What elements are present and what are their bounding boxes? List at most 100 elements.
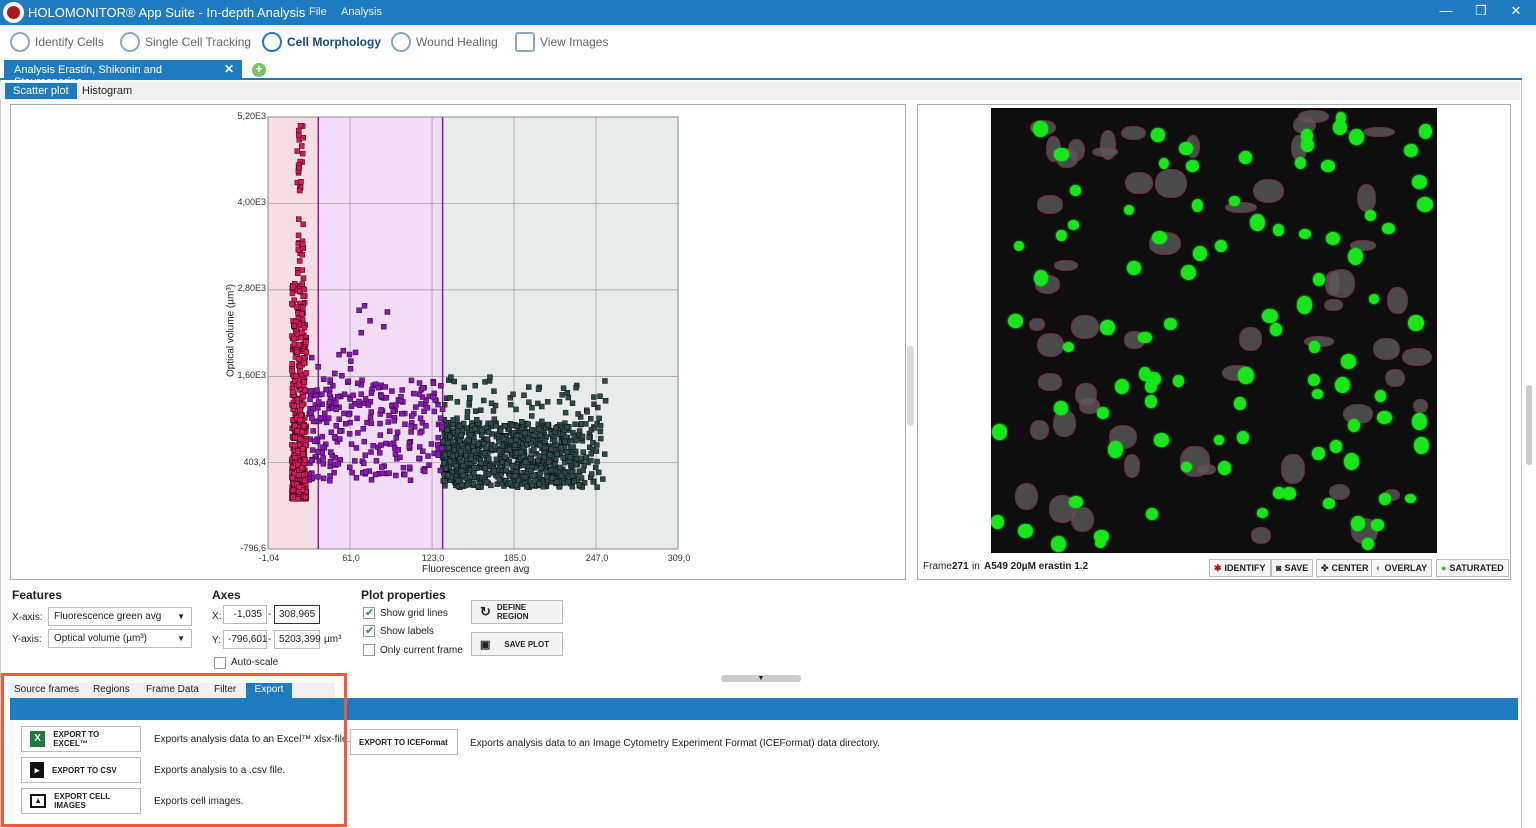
data-point [320, 461, 327, 467]
scatter-plot[interactable] [11, 105, 905, 579]
cell-morphology-button[interactable]: Cell Morphology [262, 31, 381, 53]
cell-morphology-icon [262, 32, 282, 52]
data-point [346, 411, 352, 418]
add-tab-icon[interactable]: + [252, 63, 266, 77]
data-point [572, 421, 578, 427]
data-point [352, 458, 358, 464]
center-button[interactable]: ✜ CENTER [1316, 559, 1374, 577]
data-point [348, 441, 355, 447]
data-point [584, 409, 590, 415]
data-point [296, 484, 302, 490]
data-point [307, 388, 314, 395]
identify-cells-button[interactable]: Identify Cells [10, 31, 104, 53]
data-point [419, 385, 426, 391]
data-point [379, 464, 385, 470]
data-point [416, 380, 423, 386]
data-point [548, 446, 554, 452]
data-point [385, 419, 391, 425]
data-point [303, 349, 310, 355]
data-point [556, 398, 563, 405]
view-images-button[interactable]: View Images [515, 31, 608, 53]
fluorescent-cell [1370, 519, 1385, 531]
close-tab-icon[interactable]: ✕ [224, 62, 234, 76]
data-point [537, 470, 543, 477]
panel-splitter[interactable] [907, 346, 914, 426]
minimize-icon[interactable]: — [1436, 3, 1456, 18]
data-point [569, 400, 576, 406]
data-point [333, 406, 339, 413]
data-point [502, 423, 508, 429]
data-point [297, 436, 304, 442]
data-point [301, 379, 307, 385]
data-point [482, 379, 488, 385]
data-point [362, 395, 369, 402]
data-point [367, 318, 373, 324]
data-point [315, 364, 321, 370]
export-to-iceformat-button[interactable]: EXPORT TO ICEFormat [350, 729, 458, 755]
close-window-icon[interactable]: ✕ [1506, 3, 1526, 19]
axis-y-label: Y: [212, 635, 221, 646]
data-point [343, 421, 349, 427]
data-point [430, 380, 437, 386]
data-point [386, 412, 392, 419]
show-grid-lines-checkbox[interactable] [363, 606, 375, 619]
y-tick-label: 1,60E3 [237, 370, 266, 380]
save-image-button[interactable]: ◙ SAVE [1271, 559, 1314, 577]
data-point [437, 467, 444, 474]
x-tick-label: 309,0 [667, 553, 691, 563]
x-max-input[interactable]: 308,965 [274, 605, 320, 624]
x-axis-feature-select[interactable]: Fluorescence green avg ▼ [48, 607, 192, 626]
wound-healing-button[interactable]: Wound Healing [391, 31, 498, 53]
save-plot-button[interactable]: ▣ SAVE PLOT [471, 632, 563, 656]
x-min-input[interactable]: -1,035 [223, 605, 267, 624]
data-point [588, 457, 594, 464]
maximize-icon[interactable]: ❐ [1471, 3, 1491, 19]
data-point [543, 468, 549, 475]
cell-image-view[interactable] [991, 108, 1437, 553]
only-current-frame-checkbox[interactable] [363, 644, 375, 656]
y-axis-feature-select[interactable]: Optical volume (µm³) ▼ [48, 629, 192, 648]
data-point [481, 450, 488, 457]
data-point [507, 401, 514, 408]
data-point [292, 434, 298, 441]
fluorescent-cell [1239, 151, 1252, 164]
data-point [400, 464, 407, 471]
tab-scatter-plot[interactable]: Scatter plot [5, 83, 77, 99]
scrollbar-thumb[interactable] [1526, 385, 1532, 465]
fluorescent-cell [1069, 184, 1081, 197]
define-region-button[interactable]: ↻ DEFINE REGION [471, 600, 563, 624]
data-point [538, 465, 544, 471]
data-point [529, 405, 535, 411]
saturated-button[interactable]: ● SATURATED [1436, 559, 1509, 577]
frame-info-bar: Frame 271 in A549 20µM erastin 1.2 ✱ IDEN… [918, 557, 1510, 579]
y-min-input[interactable]: -796,601 [223, 630, 267, 649]
fluorescent-cell [1273, 487, 1285, 499]
autoscale-checkbox[interactable] [214, 657, 226, 669]
chevron-down-icon: ▼ [177, 634, 185, 643]
collapse-panel-handle[interactable]: ▼ [721, 675, 801, 682]
menu-file[interactable]: File [309, 6, 327, 18]
range-dash: - [268, 634, 272, 645]
data-point [302, 457, 308, 463]
fluorescent-cell [1412, 413, 1428, 430]
analysis-tab[interactable]: Analysis Erastin, Shikonin and Staurospo… [4, 60, 242, 88]
fluorescent-cell [1309, 340, 1320, 353]
fluorescent-cell [1054, 148, 1069, 162]
fluorescent-cell [1321, 159, 1336, 172]
menu-analysis[interactable]: Analysis [341, 6, 382, 18]
cell-outline [1385, 368, 1406, 388]
data-point [579, 433, 586, 440]
identify-icon: ✱ [1214, 562, 1222, 573]
overlay-button[interactable]: ◐ OVERLAY [1371, 559, 1433, 577]
data-point [333, 400, 339, 406]
tab-histogram[interactable]: Histogram [74, 83, 140, 99]
saturated-icon: ● [1441, 563, 1447, 573]
data-point [490, 408, 497, 414]
axes-title: Axes [212, 588, 241, 602]
show-labels-checkbox[interactable] [363, 624, 375, 637]
cell-outline [1251, 527, 1272, 544]
identify-button[interactable]: ✱ IDENTIFY [1209, 559, 1271, 577]
data-point [293, 373, 299, 379]
y-max-input[interactable]: 5203,399 [274, 630, 321, 649]
single-cell-tracking-button[interactable]: Single Cell Tracking [120, 31, 251, 53]
